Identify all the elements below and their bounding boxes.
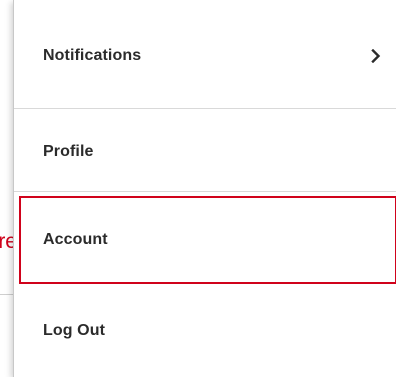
menu-item-label: Log Out bbox=[43, 321, 106, 339]
background-divider bbox=[0, 294, 14, 295]
user-dropdown-menu: Notifications Profile Account Log Out bbox=[13, 0, 396, 377]
menu-item-account[interactable]: Account bbox=[14, 196, 396, 284]
menu-divider bbox=[14, 191, 396, 192]
menu-item-label: Profile bbox=[43, 143, 94, 160]
menu-item-label: Account bbox=[43, 231, 108, 248]
menu-item-notifications[interactable]: Notifications bbox=[14, 0, 396, 112]
chevron-right-icon bbox=[371, 49, 381, 63]
menu-item-profile[interactable]: Profile bbox=[14, 112, 396, 192]
menu-item-log-out[interactable]: Log Out bbox=[14, 284, 396, 377]
menu-item-label: Notifications bbox=[43, 47, 142, 64]
menu-divider bbox=[14, 108, 396, 109]
